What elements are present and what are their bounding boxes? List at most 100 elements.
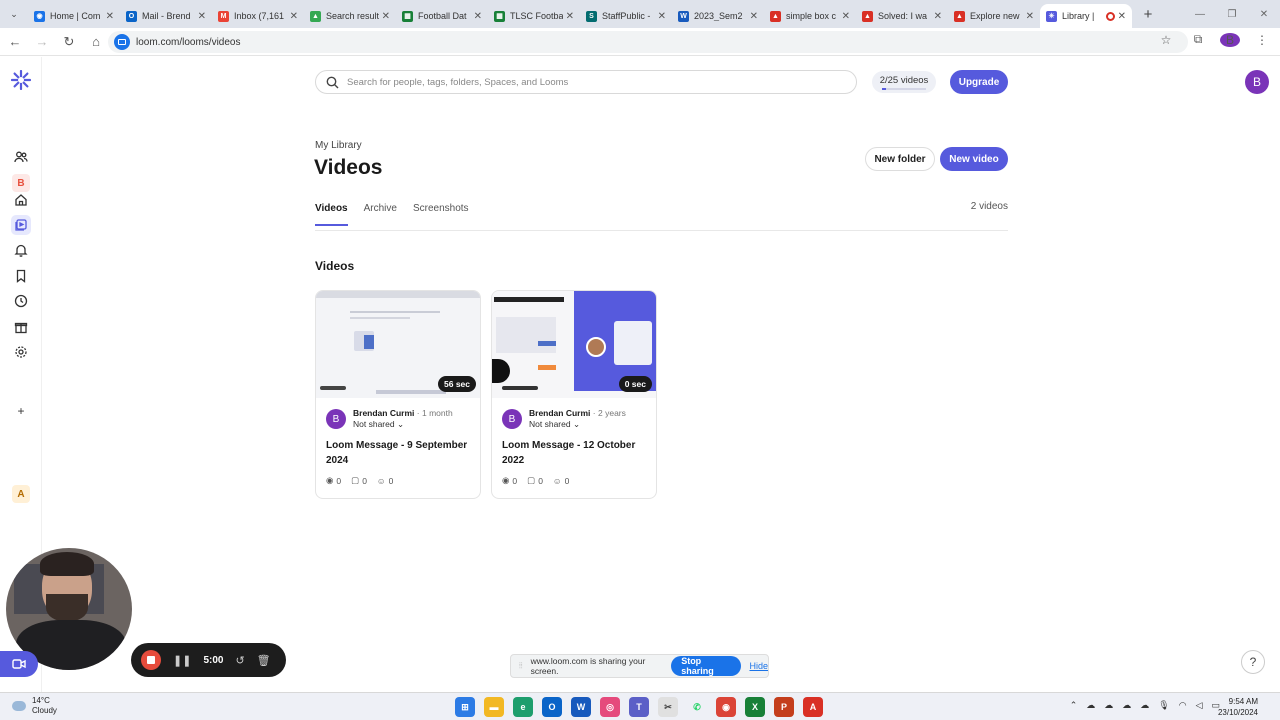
browser-tab[interactable]: ▲ Explore new ✕ — [948, 4, 1040, 28]
url-field[interactable]: loom.com/looms/videos — [108, 31, 1188, 53]
reload-icon[interactable]: ↻ — [57, 30, 81, 54]
browser-tab[interactable]: W 2023_Sem2 ✕ — [672, 4, 764, 28]
close-tab-icon[interactable]: ✕ — [290, 11, 298, 22]
extensions-icon[interactable]: ⧉ — [1188, 32, 1208, 47]
video-card[interactable]: 0 sec B Brendan Curmi · 2 years Not shar… — [491, 290, 657, 499]
whatsapp-icon[interactable]: ✆ — [687, 697, 707, 717]
help-button[interactable]: ? — [1241, 650, 1265, 674]
loom-recorder-icon[interactable] — [0, 651, 38, 677]
hide-share-link[interactable]: Hide — [749, 661, 768, 671]
add-workspace-icon[interactable]: + — [11, 401, 31, 421]
outlook-icon[interactable]: O — [542, 697, 562, 717]
back-icon[interactable]: ← — [3, 30, 27, 54]
onedrive-icon[interactable]: ☁ — [1086, 700, 1095, 711]
acrobat-icon[interactable]: A — [803, 697, 823, 717]
close-tab-icon[interactable]: ✕ — [382, 11, 390, 22]
drag-handle-icon[interactable]: ⦙⦙ — [519, 661, 523, 671]
new-tab-button[interactable]: + — [1136, 2, 1160, 26]
chevron-up-icon[interactable]: ⌃ — [1070, 700, 1078, 711]
library-nav-icon[interactable] — [11, 215, 31, 235]
browser-tab[interactable]: ▦ Football Dat ✕ — [396, 4, 488, 28]
video-thumbnail[interactable]: 56 sec — [316, 291, 480, 398]
onedrive-icon-4[interactable]: ☁ — [1140, 700, 1149, 711]
stop-recording-button[interactable] — [141, 650, 161, 670]
pause-icon[interactable]: ❚❚ — [173, 654, 191, 667]
taskbar-clock[interactable]: 9:54 AM 23/10/2024 — [1218, 696, 1258, 718]
profile-button[interactable]: B — [1220, 32, 1240, 47]
breadcrumb[interactable]: My Library — [315, 140, 362, 151]
browser-tab[interactable]: M Inbox (7,161 ✕ — [212, 4, 304, 28]
close-window-button[interactable]: ✕ — [1248, 0, 1280, 28]
tab-videos[interactable]: Videos — [315, 203, 348, 226]
close-tab-icon[interactable]: ✕ — [934, 11, 942, 22]
microphone-icon[interactable]: 🎙 — [1158, 700, 1169, 711]
maximize-button[interactable]: ❐ — [1216, 0, 1248, 28]
close-tab-icon[interactable]: ✕ — [474, 11, 482, 22]
weather-widget[interactable]: 14°C Cloudy — [12, 696, 57, 716]
browser-tab[interactable]: ✳ Library | ✕ — [1040, 4, 1132, 28]
tab-search-chevron-icon[interactable]: ⌄ — [0, 0, 28, 28]
wifi-icon[interactable]: ◠ — [1179, 700, 1187, 711]
teams-icon[interactable]: T — [629, 697, 649, 717]
sharing-dropdown[interactable]: Not shared ⌄ — [529, 419, 626, 430]
restart-icon[interactable]: ↺ — [235, 654, 244, 667]
powerpoint-icon[interactable]: P — [774, 697, 794, 717]
word-icon[interactable]: W — [571, 697, 591, 717]
video-thumbnail[interactable]: 0 sec — [492, 291, 656, 398]
close-tab-icon[interactable]: ✕ — [198, 11, 206, 22]
windows-start-icon[interactable]: ⊞ — [455, 697, 475, 717]
close-tab-icon[interactable]: ✕ — [1118, 11, 1126, 22]
video-title[interactable]: Loom Message - 9 September 2024 — [326, 438, 474, 468]
delete-trash-icon[interactable]: 🗑 — [257, 654, 271, 667]
browser-tab[interactable]: ◉ Home | Com ✕ — [28, 4, 120, 28]
people-icon[interactable] — [11, 147, 31, 167]
forward-icon[interactable]: → — [30, 30, 54, 54]
snipping-tool-icon[interactable]: ✂ — [658, 697, 678, 717]
home-icon[interactable]: ⌂ — [84, 30, 108, 54]
close-tab-icon[interactable]: ✕ — [658, 11, 666, 22]
bookmark-star-icon[interactable]: ☆ — [1156, 33, 1176, 47]
browser-tab[interactable]: ▲ Search result ✕ — [304, 4, 396, 28]
gift-icon[interactable] — [11, 317, 31, 337]
onedrive-icon-2[interactable]: ☁ — [1104, 700, 1113, 711]
minimize-button[interactable]: — — [1184, 0, 1216, 28]
video-author[interactable]: Brendan Curmi — [529, 408, 590, 418]
bookmark-nav-icon[interactable] — [11, 266, 31, 286]
browser-menu-icon[interactable]: ⋮ — [1252, 33, 1272, 47]
browser-tab[interactable]: ▦ TLSC Footba ✕ — [488, 4, 580, 28]
new-video-button[interactable]: New video — [940, 147, 1008, 171]
browser-tab[interactable]: O Mail - Brend ✕ — [120, 4, 212, 28]
volume-icon[interactable]: ◁ — [1196, 700, 1203, 711]
tab-archive[interactable]: Archive — [364, 203, 397, 226]
history-clock-icon[interactable] — [11, 291, 31, 311]
new-folder-button[interactable]: New folder — [865, 147, 935, 171]
sharing-dropdown[interactable]: Not shared ⌄ — [353, 419, 453, 430]
edge-browser-icon[interactable]: e — [513, 697, 533, 717]
close-tab-icon[interactable]: ✕ — [106, 11, 114, 22]
onedrive-icon-3[interactable]: ☁ — [1122, 700, 1131, 711]
video-author[interactable]: Brendan Curmi — [353, 408, 414, 418]
file-explorer-icon[interactable]: ▬ — [484, 697, 504, 717]
tab-screenshots[interactable]: Screenshots — [413, 203, 469, 226]
upgrade-button[interactable]: Upgrade — [950, 70, 1008, 94]
photos-icon[interactable]: ◎ — [600, 697, 620, 717]
settings-gear-icon[interactable] — [11, 342, 31, 362]
excel-icon[interactable]: X — [745, 697, 765, 717]
close-tab-icon[interactable]: ✕ — [842, 11, 850, 22]
close-tab-icon[interactable]: ✕ — [1026, 11, 1034, 22]
chrome-icon[interactable]: ◉ — [716, 697, 736, 717]
stop-sharing-button[interactable]: Stop sharing — [671, 656, 742, 676]
video-card[interactable]: 56 sec B Brendan Curmi · 1 month Not sha… — [315, 290, 481, 499]
workspace-avatar-secondary[interactable]: A — [12, 485, 30, 503]
video-quota-badge[interactable]: 2/25 videos — [872, 71, 936, 93]
loom-logo-icon[interactable] — [11, 70, 31, 90]
browser-tab[interactable]: ▲ simple box c ✕ — [764, 4, 856, 28]
close-tab-icon[interactable]: ✕ — [566, 11, 574, 22]
browser-tab[interactable]: ▲ Solved: I wa ✕ — [856, 4, 948, 28]
search-input[interactable]: Search for people, tags, folders, Spaces… — [315, 70, 857, 94]
browser-tab[interactable]: S StaffPublic - ✕ — [580, 4, 672, 28]
user-avatar[interactable]: B — [1245, 70, 1269, 94]
home-nav-icon[interactable] — [11, 190, 31, 210]
notifications-bell-icon[interactable] — [11, 240, 31, 260]
video-title[interactable]: Loom Message - 12 October 2022 — [502, 438, 650, 468]
